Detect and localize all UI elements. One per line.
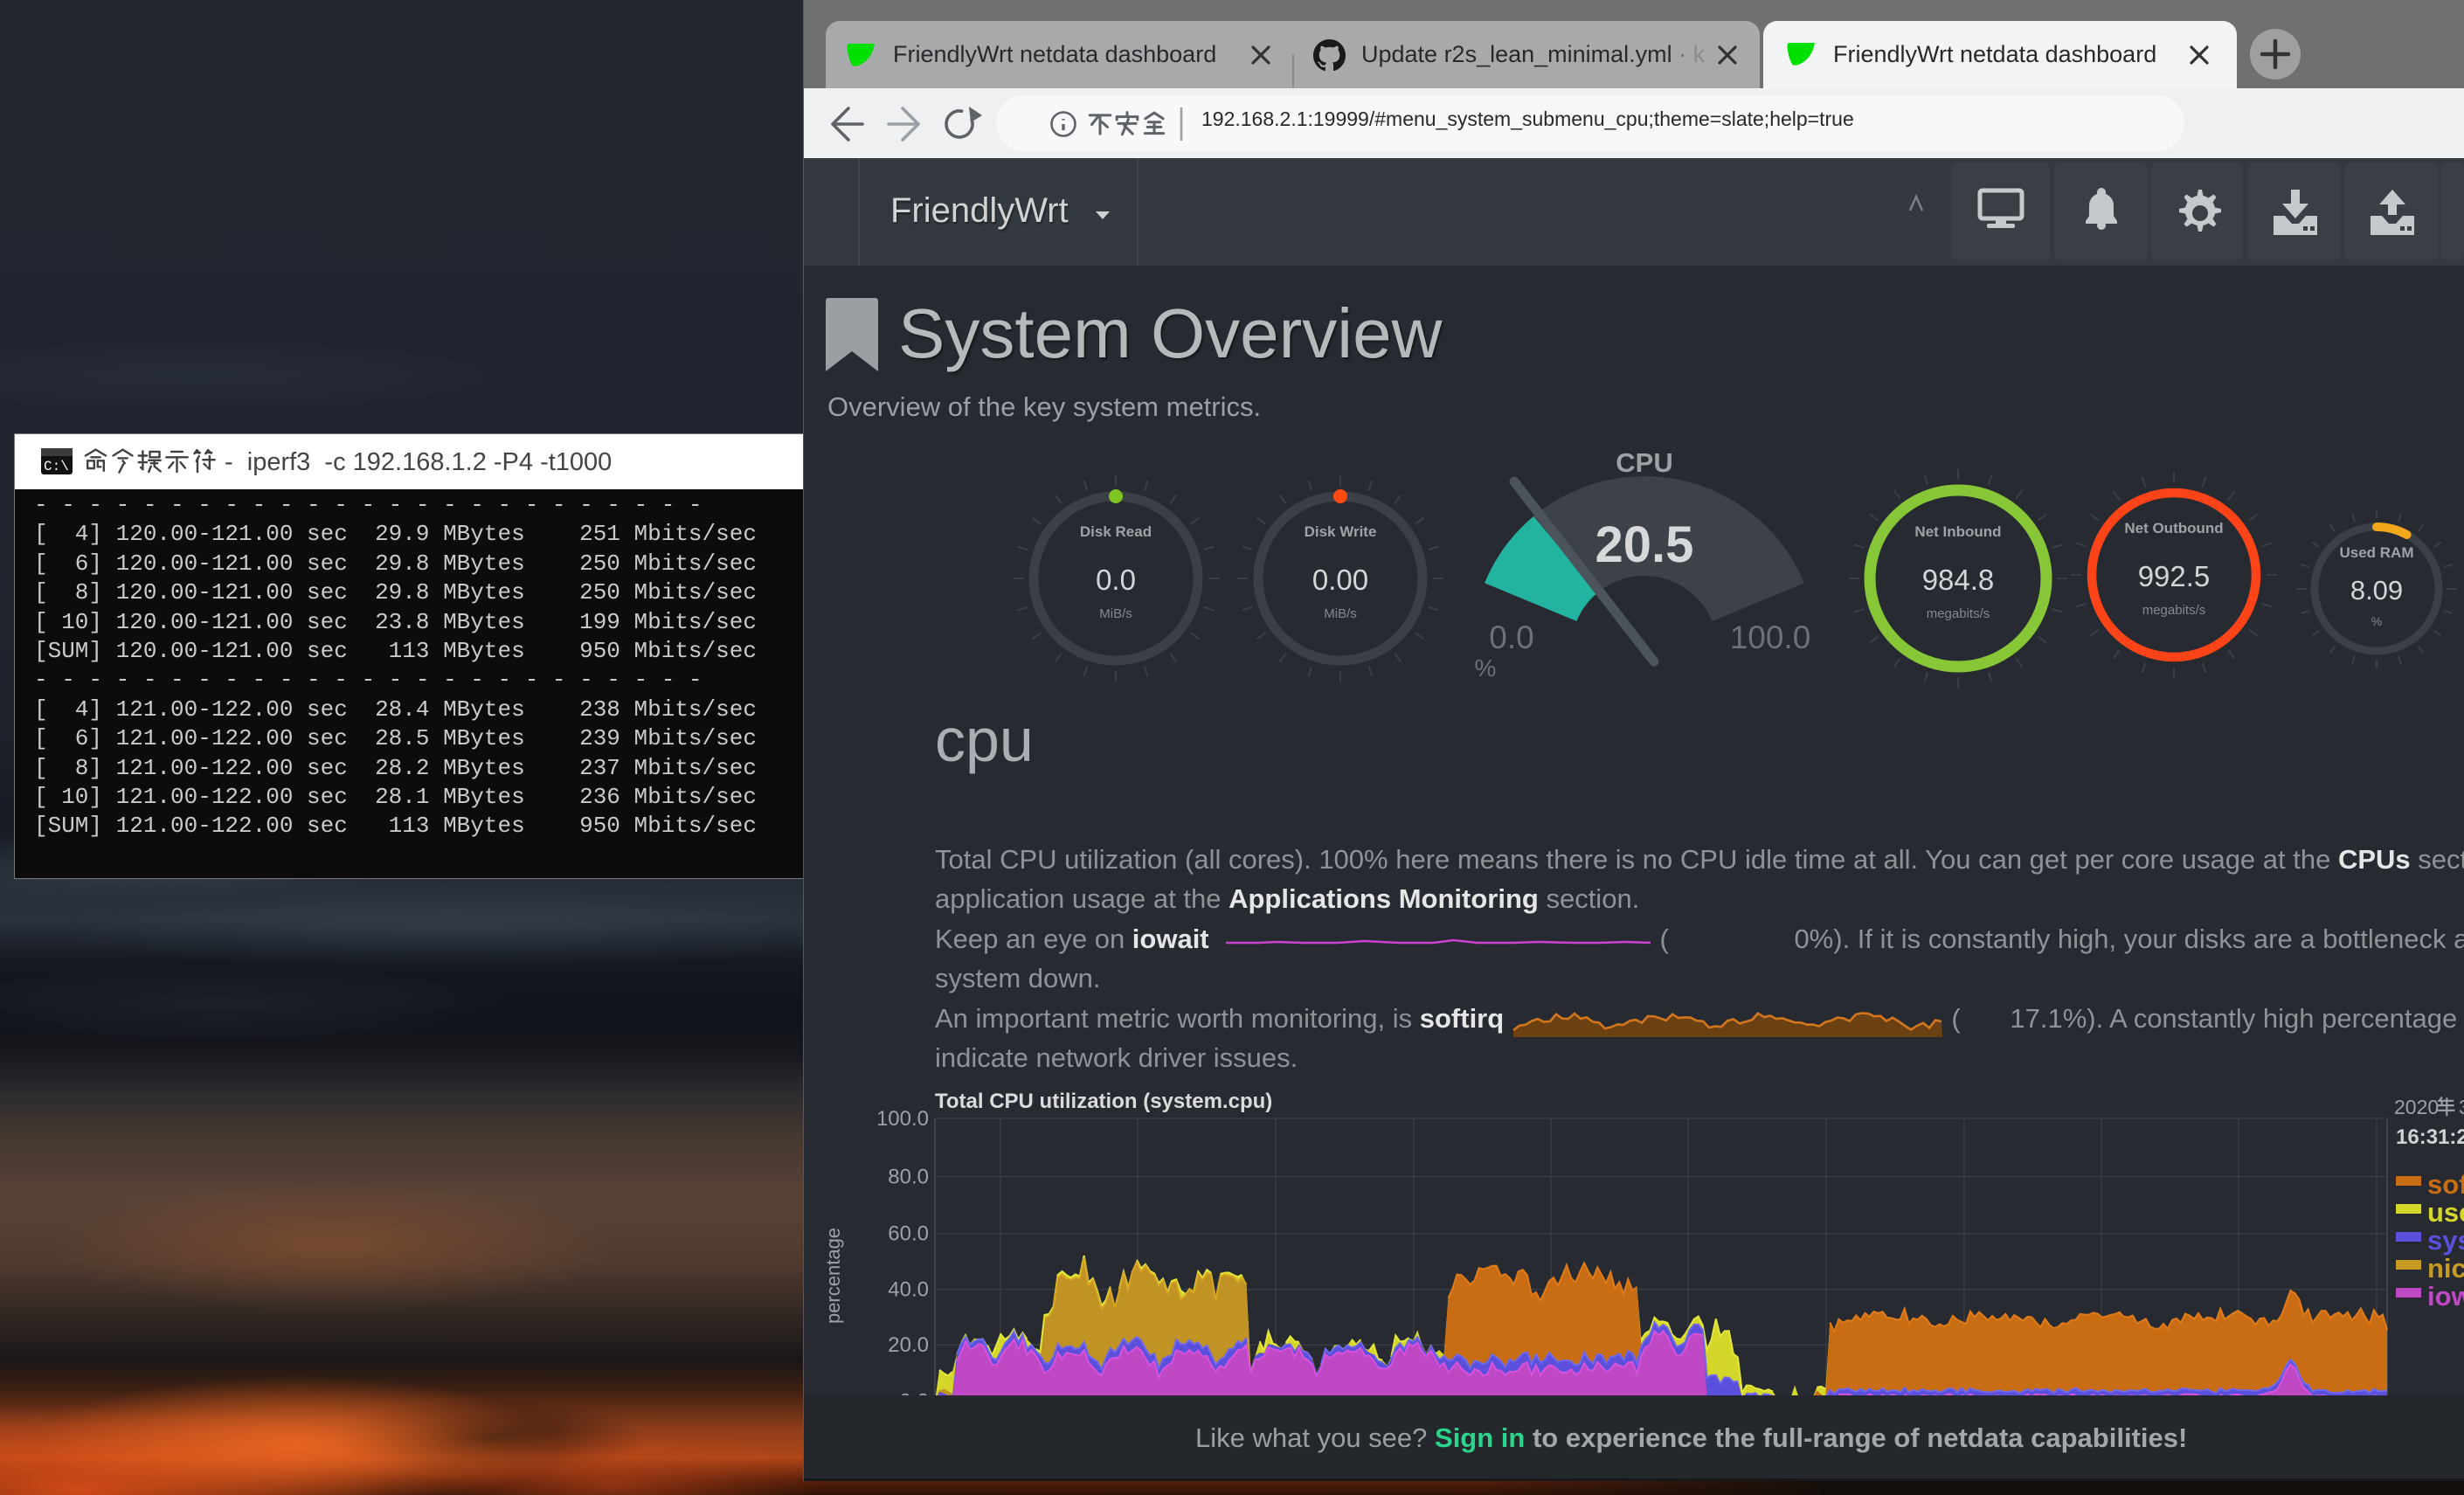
- svg-text:80.0: 80.0: [888, 1166, 929, 1189]
- svg-text:3: 3: [2459, 1096, 2464, 1118]
- svg-text:iowait: iowait: [2427, 1281, 2464, 1312]
- svg-text:40.0: 40.0: [888, 1278, 929, 1302]
- svg-text:2020: 2020: [2394, 1096, 2439, 1118]
- svg-text:60.0: 60.0: [888, 1222, 929, 1246]
- svg-text:user: user: [2427, 1197, 2464, 1228]
- svg-text:C:\: C:\: [44, 459, 69, 474]
- svg-text:nice: nice: [2427, 1253, 2464, 1284]
- svg-text:system: system: [2427, 1225, 2464, 1256]
- svg-text:percentage: percentage: [822, 1228, 844, 1324]
- svg-text:softirq: softirq: [2427, 1169, 2464, 1200]
- svg-text:100.0: 100.0: [876, 1107, 929, 1131]
- svg-text:Total CPU utilization (system.: Total CPU utilization (system.cpu): [935, 1090, 1272, 1113]
- svg-text:16:31:2: 16:31:2: [2396, 1125, 2464, 1149]
- svg-text:20.0: 20.0: [888, 1333, 929, 1357]
